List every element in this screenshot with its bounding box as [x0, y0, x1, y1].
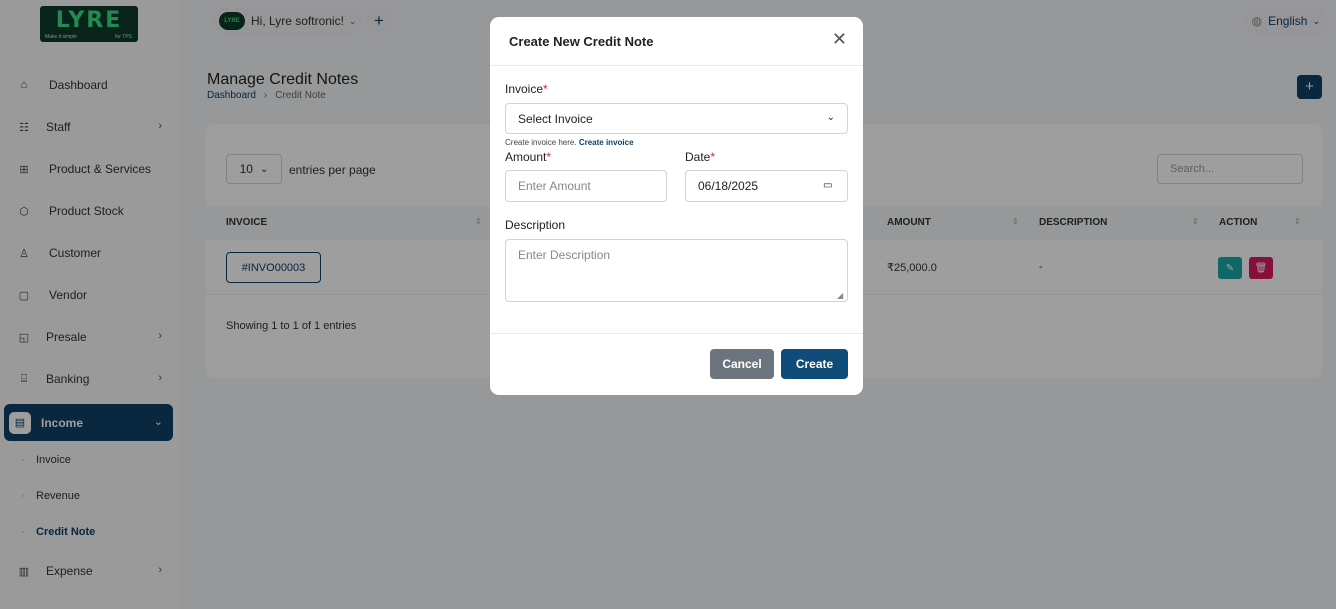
date-field-label: Date* [685, 150, 715, 164]
cancel-button[interactable]: Cancel [710, 349, 774, 379]
required-mark: * [543, 82, 548, 96]
invoice-select-value: Select Invoice [518, 112, 593, 126]
calendar-icon[interactable]: ▭ [823, 180, 832, 191]
chevron-down-icon: ⌄ [826, 112, 835, 123]
invoice-select[interactable]: Select Invoice ⌄ [505, 103, 848, 134]
modal-title: Create New Credit Note [509, 34, 654, 49]
required-mark: * [546, 150, 552, 164]
invoice-help-text: Create invoice here. Create invoice [505, 138, 634, 147]
invoice-label-text: Invoice [505, 82, 544, 96]
close-icon[interactable]: ✕ [832, 30, 847, 48]
create-invoice-link[interactable]: Create invoice [579, 138, 634, 147]
modal-footer-divider [490, 333, 863, 334]
amount-field-label: Amount* [505, 150, 551, 164]
modal-header: Create New Credit Note ✕ [490, 17, 863, 66]
invoice-field-label: Invoice* [505, 82, 548, 96]
amount-input[interactable] [505, 170, 667, 202]
required-mark: * [710, 150, 716, 164]
create-credit-note-modal: Create New Credit Note ✕ Invoice* Select… [490, 17, 863, 395]
amount-label-text: Amount [505, 150, 547, 164]
resize-handle-icon[interactable]: ◢ [837, 291, 843, 300]
date-label-text: Date [685, 150, 711, 164]
description-textarea[interactable] [505, 239, 848, 302]
description-field-label: Description [505, 218, 566, 232]
help-text: Create invoice here. [505, 138, 577, 147]
create-button[interactable]: Create [781, 349, 848, 379]
